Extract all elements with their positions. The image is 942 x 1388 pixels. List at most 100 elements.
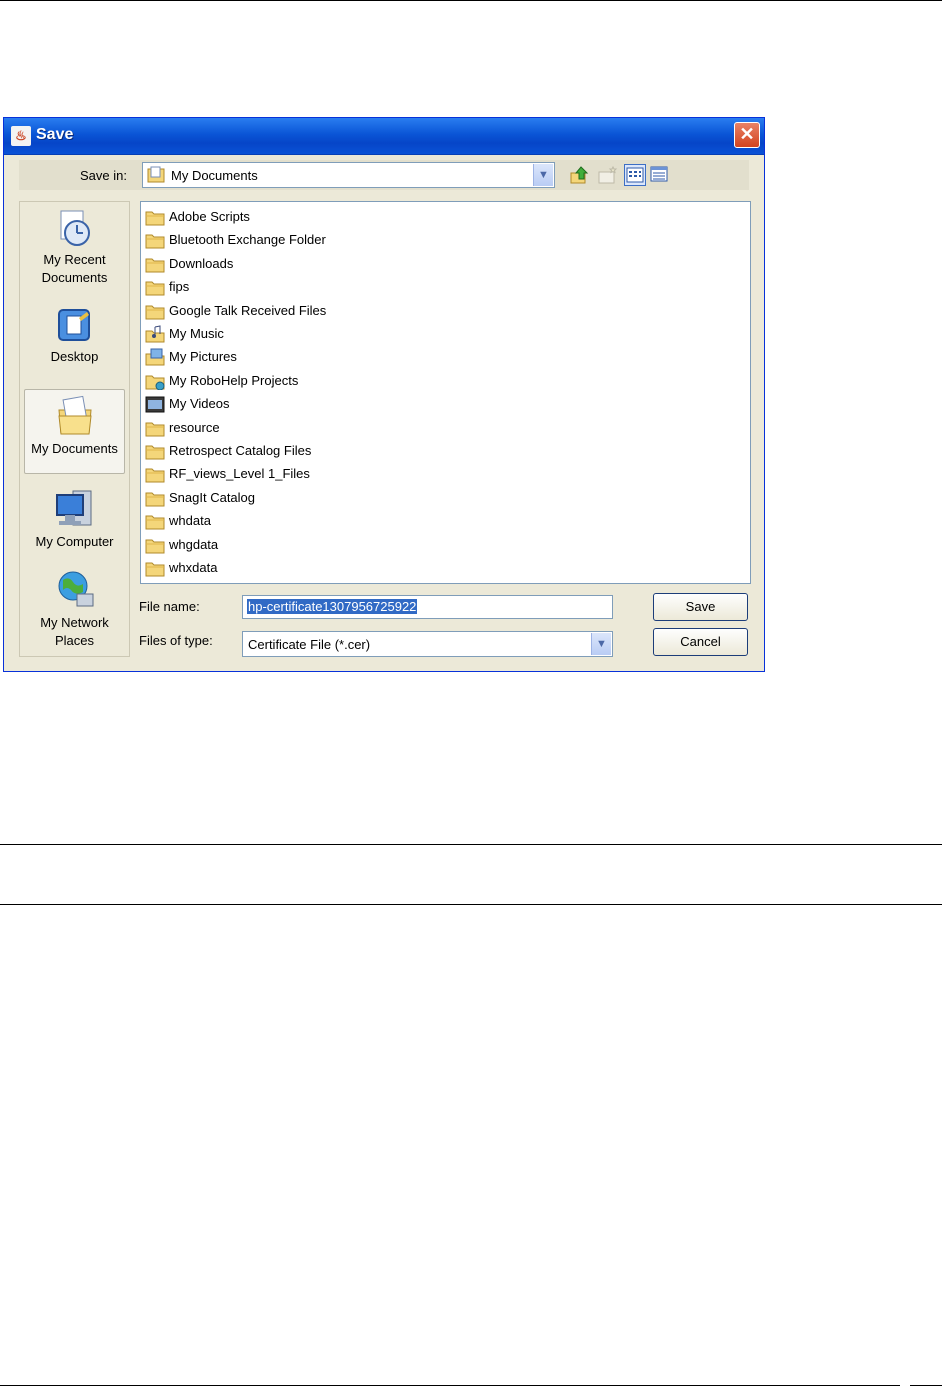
file-name-text: Downloads: [169, 255, 234, 271]
place-label-line1: My Network: [40, 615, 109, 630]
close-button[interactable]: ✕: [734, 122, 760, 148]
file-name-text: whxdata: [169, 560, 218, 575]
folder-icon: [145, 468, 165, 483]
file-name-text: Adobe Scripts: [169, 209, 250, 224]
file-name-text: My Videos: [169, 396, 230, 412]
save-dialog: ♨ Save ✕ Save in: My Documents ▼ My Rece…: [3, 117, 765, 672]
robohelp-folder-icon: [145, 375, 165, 390]
top-rule: [0, 0, 942, 1]
file-list-item[interactable]: resource: [145, 417, 545, 439]
file-name-text: fips: [169, 279, 190, 295]
list-view-button[interactable]: [624, 164, 646, 186]
section-rule-2: [0, 904, 942, 905]
java-icon: ♨: [11, 126, 31, 146]
save-in-value: My Documents: [171, 168, 258, 183]
file-name-text: RF_views_Level 1_Files: [169, 466, 310, 482]
file-list-item[interactable]: Google Talk Received Files: [145, 300, 545, 322]
file-name-text: My Pictures: [169, 349, 237, 365]
folder-icon: [145, 515, 165, 530]
file-list: Adobe Scripts Bluetooth Exchange Folder Do…: [140, 201, 751, 584]
file-list-item[interactable]: My Videos: [145, 393, 545, 415]
footer-rule-short: [910, 1385, 942, 1386]
place-label-line1: Desktop: [50, 349, 99, 364]
file-list-item[interactable]: whxdata: [145, 557, 545, 579]
files-of-type-label: Files of type:: [139, 633, 213, 648]
chevron-down-icon[interactable]: ▼: [591, 633, 611, 655]
file-list-item[interactable]: whgdata: [145, 534, 545, 556]
music-folder-icon: [145, 325, 165, 343]
place-label-line2: Documents: [41, 270, 108, 285]
pictures-folder-icon: [145, 348, 165, 366]
file-name-text: resource: [169, 419, 220, 435]
file-list-item[interactable]: SnagIt Catalog: [145, 487, 545, 509]
up-one-level-button[interactable]: [569, 164, 591, 186]
file-list-item[interactable]: My RoboHelp Projects: [145, 370, 545, 392]
place-label-line1: My Documents: [31, 441, 118, 456]
chevron-down-icon[interactable]: ▼: [533, 164, 553, 186]
file-name-text: Retrospect Catalog Files: [169, 443, 312, 458]
place-desktop[interactable]: Desktop: [24, 304, 125, 366]
save-button[interactable]: Save: [653, 593, 748, 621]
place-label-line1: My Recent: [43, 252, 106, 267]
network-places-icon: [58, 571, 93, 607]
list-view-icon: [626, 167, 644, 183]
details-view-icon: [650, 166, 668, 182]
file-name-text: Google Talk Received Files: [169, 302, 327, 318]
cancel-button[interactable]: Cancel: [653, 628, 748, 656]
details-view-button[interactable]: [649, 164, 671, 186]
close-icon: ✕: [739, 124, 755, 144]
save-in-toolbar: Save in: My Documents ▼: [19, 160, 749, 190]
folder-icon: [145, 422, 165, 437]
file-name-text: Bluetooth Exchange Folder: [169, 232, 326, 248]
place-my-recent-documents[interactable]: My Recent Documents: [24, 207, 125, 287]
folder-icon: [145, 211, 165, 226]
place-label-line2: Places: [54, 633, 95, 648]
title-bar[interactable]: ♨ Save ✕: [4, 118, 764, 155]
save-in-label: Save in:: [80, 168, 127, 183]
folder-icon: [145, 492, 165, 507]
file-list-item[interactable]: whdata: [145, 510, 545, 532]
place-my-computer[interactable]: My Computer: [24, 487, 125, 551]
file-list-item[interactable]: My Music: [145, 323, 545, 345]
file-name-text: whgdata: [169, 536, 219, 552]
desktop-icon: [57, 309, 90, 341]
dialog-title: Save: [36, 126, 74, 143]
files-of-type-combo[interactable]: Certificate File (*.cer) ▼: [242, 631, 613, 657]
new-folder-icon: [598, 165, 618, 184]
up-folder-icon: [570, 166, 589, 184]
my-computer-icon: [55, 490, 91, 526]
file-list-item[interactable]: Bluetooth Exchange Folder: [145, 229, 545, 251]
folder-icon: [145, 305, 165, 320]
videos-folder-icon: [145, 396, 165, 413]
section-rule-1: [0, 844, 942, 845]
file-list-item[interactable]: My Pictures: [145, 346, 545, 368]
folder-icon: [145, 445, 165, 460]
file-name-text: My RoboHelp Projects: [169, 372, 299, 388]
new-folder-button[interactable]: [597, 164, 619, 186]
file-list-item[interactable]: Downloads: [145, 253, 545, 275]
folder-icon: [145, 562, 165, 577]
place-my-documents[interactable]: My Documents: [24, 389, 125, 474]
folder-icon: [145, 258, 165, 273]
save-in-combo[interactable]: My Documents ▼: [142, 162, 555, 188]
file-name-text: SnagIt Catalog: [169, 489, 256, 505]
file-list-item[interactable]: Retrospect Catalog Files: [145, 440, 545, 462]
file-name-label: File name:: [139, 599, 200, 614]
folder-icon: [145, 234, 165, 249]
file-name-input[interactable]: hp-certificate1307956725922: [242, 595, 613, 619]
place-label-line1: My Computer: [35, 534, 114, 549]
file-list-item[interactable]: Adobe Scripts: [145, 206, 545, 228]
folder-icon: [145, 281, 165, 296]
recent-documents-icon: [60, 210, 90, 246]
file-name-value: hp-certificate1307956725922: [247, 599, 418, 614]
file-list-item[interactable]: fips: [145, 276, 545, 298]
file-name-text: My Music: [169, 326, 224, 341]
files-of-type-value: Certificate File (*.cer): [248, 637, 371, 652]
footer-rule: [0, 1385, 900, 1386]
folder-icon: [145, 539, 165, 554]
my-documents-icon: [57, 395, 92, 435]
places-bar: My Recent Documents Desktop My Documents: [19, 201, 130, 657]
file-list-item[interactable]: RF_views_Level 1_Files: [145, 463, 545, 485]
my-documents-small-icon: [147, 166, 165, 183]
place-my-network-places[interactable]: My Network Places: [24, 568, 125, 650]
